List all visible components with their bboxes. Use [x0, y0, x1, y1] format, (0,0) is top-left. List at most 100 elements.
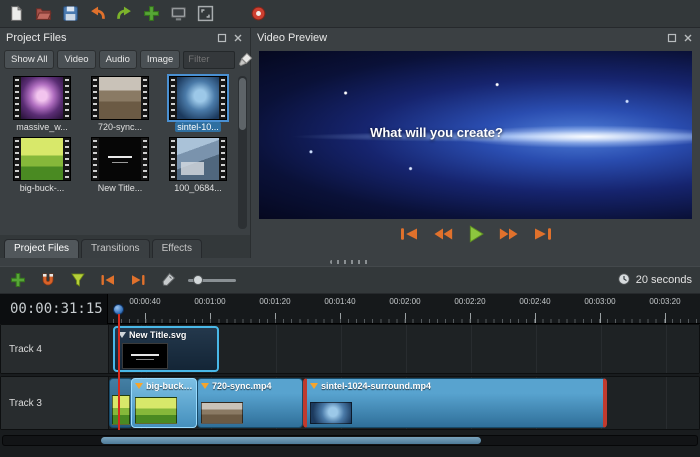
- razor-icon[interactable]: [158, 270, 178, 290]
- add-marker-icon[interactable]: [68, 270, 88, 290]
- video-preview-panel: Video Preview What will you create?: [251, 28, 700, 258]
- file-name: New Title...: [96, 183, 145, 193]
- timeline-clip[interactable]: big-buck-...: [131, 378, 197, 428]
- file-name: 100_0684...: [172, 183, 224, 193]
- clip-label: New Title.svg: [129, 330, 186, 340]
- zoom-level-label: 20 seconds: [636, 274, 692, 286]
- timeline-toolbar: 20 seconds: [0, 266, 700, 294]
- timeline: 00:00:31:15 00:00:4000:01:0000:01:2000:0…: [0, 294, 700, 457]
- filter-buttons: Show AllVideoAudioImage: [4, 50, 180, 69]
- project-files-panel: Project Files Show AllVideoAudioImage ma…: [0, 28, 251, 258]
- clip-menu-icon[interactable]: [310, 383, 318, 389]
- ruler-tick-label: 00:03:00: [584, 297, 615, 306]
- main-toolbar: [0, 0, 700, 28]
- panel-tabs: Project FilesTransitionsEffects: [0, 235, 250, 258]
- file-item[interactable]: sintel-10...: [160, 76, 236, 133]
- zoom-slider[interactable]: [188, 279, 236, 282]
- track-name: Track 3: [1, 377, 109, 429]
- ruler-tick-mark: [210, 313, 211, 323]
- clip-label: 720-sync.mp4: [212, 381, 272, 391]
- file-thumbnail: [13, 76, 71, 120]
- new-project-icon[interactable]: [6, 4, 26, 24]
- filter-button-show-all[interactable]: Show All: [4, 50, 54, 69]
- clip-header: sintel-1024-surround.mp4: [307, 379, 603, 391]
- ruler-tick-mark: [275, 313, 276, 323]
- timeline-clip[interactable]: sintel-1024-surround.mp4: [303, 378, 607, 428]
- fullscreen-icon[interactable]: [195, 4, 215, 24]
- video-overlay-text: What will you create?: [259, 125, 614, 140]
- timeline-toolbar-icons: [8, 270, 178, 290]
- import-files-icon[interactable]: [141, 4, 161, 24]
- ruler-tick-label: 00:03:20: [649, 297, 680, 306]
- file-item[interactable]: 720-sync...: [82, 76, 158, 133]
- undock-icon[interactable]: [216, 32, 228, 44]
- zoom-level: 20 seconds: [617, 272, 692, 289]
- timeline-clip[interactable]: [109, 378, 133, 428]
- tab-transitions[interactable]: Transitions: [81, 239, 150, 258]
- jump-end-button[interactable]: [532, 226, 554, 242]
- file-thumbnail: [169, 137, 227, 181]
- clip-menu-icon[interactable]: [118, 332, 126, 338]
- fast-forward-button[interactable]: [498, 226, 520, 242]
- tab-project-files[interactable]: Project Files: [4, 239, 79, 258]
- file-item[interactable]: New Title...: [82, 137, 158, 194]
- ruler-tick-label: 00:02:40: [519, 297, 550, 306]
- ruler-tick-label: 00:02:20: [454, 297, 485, 306]
- clip-menu-icon[interactable]: [135, 383, 143, 389]
- previous-marker-icon[interactable]: [98, 270, 118, 290]
- undo-icon[interactable]: [87, 4, 107, 24]
- close-icon[interactable]: [232, 32, 244, 44]
- jump-start-button[interactable]: [398, 226, 420, 242]
- undock-icon[interactable]: [666, 32, 678, 44]
- file-name: big-buck-...: [18, 183, 67, 193]
- filter-button-image[interactable]: Image: [140, 50, 180, 69]
- ruler-tick-mark: [665, 313, 666, 323]
- timeline-clip[interactable]: 720-sync.mp4: [197, 378, 303, 428]
- playhead-timecode: 00:00:31:15: [0, 294, 108, 324]
- file-item[interactable]: 100_0684...: [160, 137, 236, 194]
- timeline-scrollbar-thumb[interactable]: [101, 437, 481, 444]
- file-item[interactable]: massive_w...: [4, 76, 80, 133]
- play-button[interactable]: [466, 224, 486, 244]
- file-item[interactable]: big-buck-...: [4, 137, 80, 194]
- zoom-slider-handle[interactable]: [193, 275, 203, 285]
- open-project-icon[interactable]: [33, 4, 53, 24]
- rewind-button[interactable]: [432, 226, 454, 242]
- clip-menu-icon[interactable]: [201, 383, 209, 389]
- close-icon[interactable]: [682, 32, 694, 44]
- file-thumbnail: [91, 76, 149, 120]
- tab-effects[interactable]: Effects: [152, 239, 202, 258]
- filter-button-audio[interactable]: Audio: [99, 50, 137, 69]
- timeline-scrollbar[interactable]: [2, 435, 698, 446]
- next-marker-icon[interactable]: [128, 270, 148, 290]
- ruler-tick-label: 00:01:20: [259, 297, 290, 306]
- video-preview-title: Video Preview: [257, 32, 666, 44]
- files-scrollbar[interactable]: [238, 76, 247, 229]
- track-row: Track 4New Title.svg: [0, 324, 700, 374]
- add-track-icon[interactable]: [8, 270, 28, 290]
- ruler-tick-mark: [600, 313, 601, 323]
- clip-thumbnail: [310, 402, 352, 424]
- filter-input[interactable]: [183, 51, 235, 69]
- video-preview-header: Video Preview: [251, 28, 700, 47]
- timeline-clip[interactable]: New Title.svg: [113, 326, 219, 372]
- track-row: Track 3 big-buck-... 720-sync.mp4 sintel-10…: [0, 376, 700, 430]
- file-thumbnail: [169, 76, 227, 120]
- timeline-ruler[interactable]: 00:00:4000:01:0000:01:2000:01:4000:02:00…: [108, 294, 700, 324]
- filter-row: Show AllVideoAudioImage: [0, 47, 250, 72]
- snapping-icon[interactable]: [38, 270, 58, 290]
- clip-thumbnail: [135, 397, 177, 424]
- panel-splitter[interactable]: [0, 258, 700, 266]
- export-video-icon[interactable]: [248, 4, 268, 24]
- project-files-grid: massive_w...720-sync...sintel-10... big-b…: [0, 72, 250, 194]
- redo-icon[interactable]: [114, 4, 134, 24]
- ruler-tick-label: 00:02:00: [389, 297, 420, 306]
- choose-profile-icon[interactable]: [168, 4, 188, 24]
- filter-button-video[interactable]: Video: [57, 50, 95, 69]
- canyon-thumbnail-image: [99, 77, 141, 119]
- playback-controls: [251, 219, 700, 249]
- file-thumbnail: [91, 137, 149, 181]
- save-project-icon[interactable]: [60, 4, 80, 24]
- project-files-window-buttons: [216, 32, 244, 44]
- files-scrollbar-thumb[interactable]: [239, 78, 246, 130]
